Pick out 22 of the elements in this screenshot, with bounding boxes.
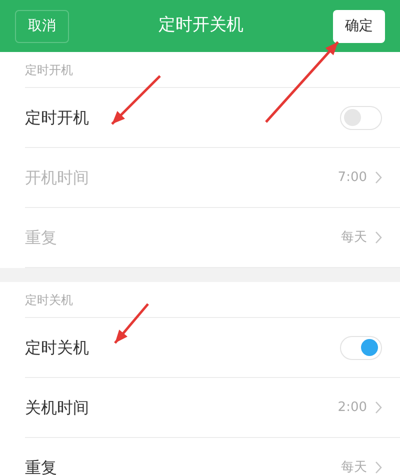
annotation-arrow: [111, 75, 161, 125]
chevron-right-icon: [375, 401, 382, 414]
toggle-switch[interactable]: [340, 336, 382, 360]
chevron-right-icon: [375, 171, 382, 184]
row-label: 定时关机: [25, 336, 89, 358]
row-label: 关机时间: [25, 396, 89, 418]
row-value: 每天: [341, 458, 367, 475]
page-title: 定时开关机: [158, 14, 244, 38]
chevron-right-icon: [375, 231, 382, 244]
toggle-switch[interactable]: [340, 106, 382, 130]
row-label: 重复: [25, 456, 57, 475]
section-title: 定时开机: [25, 62, 73, 78]
annotation-arrow: [114, 303, 149, 344]
row-label: 定时开机: [25, 106, 89, 128]
row-value: 2:00: [338, 398, 367, 417]
section-title: 定时关机: [25, 292, 73, 308]
chevron-right-icon: [375, 461, 382, 474]
row-label: 开机时间: [25, 166, 89, 188]
row-label: 重复: [25, 226, 57, 248]
row-value: 7:00: [338, 168, 367, 187]
confirm-button[interactable]: 确定: [333, 10, 385, 42]
row-value: 每天: [341, 228, 367, 247]
